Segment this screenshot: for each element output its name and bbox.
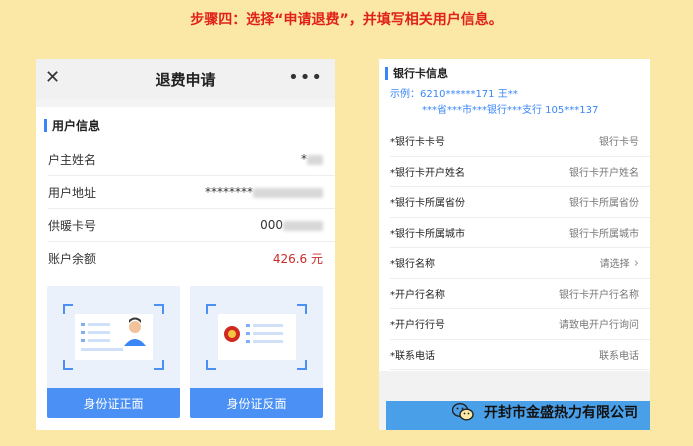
field-input[interactable]: 银行卡所属城市 bbox=[569, 225, 639, 240]
bank-form-row[interactable]: *银行卡卡号 银行卡号 bbox=[390, 126, 650, 157]
more-icon[interactable]: ••• bbox=[288, 67, 323, 88]
field-placeholder: 银行卡开户姓名 bbox=[569, 167, 639, 179]
row-value: 426.6 元 bbox=[273, 250, 323, 267]
company-name: 开封市金盛热力有限公司 bbox=[484, 405, 638, 421]
user-info-header: 用户信息 bbox=[36, 107, 335, 143]
row-label: 用户地址 bbox=[48, 185, 97, 200]
example-hint: 示例：6210******171 王** ***省***市***银行***支行 … bbox=[379, 87, 650, 119]
section-accent-bar bbox=[385, 66, 388, 80]
row-label: 户主姓名 bbox=[48, 152, 97, 167]
bank-form-row[interactable]: *开户行名称 银行卡开户行名称 bbox=[390, 279, 650, 309]
watermark: 开封市金盛热力有限公司 bbox=[452, 402, 638, 422]
refund-application-screen: ✕ 退费申请 ••• 用户信息 户主姓名 * 用户地址 ******** 供暖卡号 000… bbox=[36, 59, 335, 430]
id-front-button[interactable]: 身份证正面 bbox=[47, 388, 180, 418]
field-placeholder: 请致电开户行询问 bbox=[559, 320, 639, 332]
row-value: ******** bbox=[205, 185, 323, 199]
bank-form-row[interactable]: *开户行行号 请致电开户行询问 bbox=[390, 309, 650, 340]
section-title: 用户信息 bbox=[52, 118, 101, 133]
row-value-text: 000 bbox=[260, 218, 283, 232]
example-line-1: 示例：6210******171 王** bbox=[390, 89, 518, 100]
id-back-button[interactable]: 身份证反面 bbox=[190, 388, 323, 418]
user-info-row: 供暖卡号 000 bbox=[48, 209, 335, 242]
field-input[interactable]: 联系电话 bbox=[599, 347, 639, 362]
bank-form-row[interactable]: *银行卡所属省份 银行卡所属省份 bbox=[390, 187, 650, 218]
section-title: 银行卡信息 bbox=[393, 67, 448, 80]
redacted-value bbox=[307, 154, 323, 165]
field-label: *银行卡所属省份 bbox=[390, 198, 465, 210]
field-placeholder: 银行卡所属城市 bbox=[569, 228, 639, 240]
field-placeholder: 银行卡所属省份 bbox=[569, 198, 639, 210]
field-input[interactable]: 银行卡所属省份 bbox=[569, 194, 639, 209]
id-card-back-upload[interactable]: 身份证反面 bbox=[190, 286, 323, 418]
field-placeholder: 请选择 bbox=[599, 258, 630, 270]
section-accent-bar bbox=[44, 118, 47, 132]
step-instruction: 步骤四：选择“申请退费”，并填写相关用户信息。 bbox=[190, 12, 503, 28]
redacted-value bbox=[253, 187, 323, 198]
field-label: *银行名称 bbox=[390, 259, 435, 271]
field-input[interactable]: 银行卡开户姓名 bbox=[569, 164, 639, 179]
field-label: *开户行名称 bbox=[390, 289, 445, 301]
bank-card-form-screen: 银行卡信息 示例：6210******171 王** ***省***市***银行… bbox=[379, 59, 650, 430]
bank-form-row[interactable]: *银行卡开户姓名 银行卡开户姓名 bbox=[390, 157, 650, 187]
field-placeholder: 联系电话 bbox=[599, 350, 639, 362]
id-front-illustration bbox=[75, 314, 153, 360]
row-value: 000 bbox=[260, 218, 323, 232]
field-input[interactable]: 银行卡开户行名称 bbox=[559, 286, 639, 301]
user-info-row: 账户余额 426.6 元 bbox=[48, 242, 335, 275]
id-card-uploads: 身份证正面 身份证反面 bbox=[47, 286, 323, 418]
field-label: *银行卡开户姓名 bbox=[390, 167, 465, 179]
field-placeholder: 银行卡号 bbox=[599, 137, 639, 149]
user-info-row: 用户地址 ******** bbox=[48, 176, 335, 209]
bank-info-header: 银行卡信息 bbox=[379, 59, 650, 87]
chevron-right-icon: › bbox=[629, 255, 639, 271]
field-label: *联系电话 bbox=[390, 350, 435, 362]
field-input[interactable]: 请致电开户行询问 bbox=[559, 316, 639, 331]
bank-form-row[interactable]: *联系电话 联系电话 bbox=[390, 340, 650, 370]
field-label: *开户行行号 bbox=[390, 320, 445, 332]
row-label: 供暖卡号 bbox=[48, 218, 97, 233]
row-value-text: 426.6 元 bbox=[272, 252, 323, 266]
wechat-icon bbox=[452, 403, 474, 421]
page-title: 退费申请 bbox=[155, 70, 216, 89]
field-placeholder: 银行卡开户行名称 bbox=[559, 289, 639, 301]
id-back-illustration bbox=[218, 314, 296, 360]
row-value: * bbox=[301, 152, 323, 166]
app-header: ✕ 退费申请 ••• bbox=[36, 59, 335, 99]
field-input[interactable]: 银行卡号 bbox=[599, 133, 639, 148]
field-label: *银行卡卡号 bbox=[390, 137, 445, 149]
divider bbox=[36, 99, 335, 107]
field-label: *银行卡所属城市 bbox=[390, 228, 465, 240]
row-value-text: ******** bbox=[205, 185, 253, 199]
redacted-value bbox=[283, 220, 323, 231]
bank-form-row[interactable]: *银行名称 请选择 › bbox=[390, 248, 650, 279]
bank-form-row[interactable]: *银行卡所属城市 银行卡所属城市 bbox=[390, 218, 650, 248]
user-info-row: 户主姓名 * bbox=[48, 143, 335, 176]
field-input[interactable]: 请选择 › bbox=[600, 255, 639, 271]
id-card-front-upload[interactable]: 身份证正面 bbox=[47, 286, 180, 418]
scan-frame bbox=[206, 304, 307, 370]
close-icon[interactable]: ✕ bbox=[45, 67, 60, 88]
row-label: 账户余额 bbox=[48, 252, 97, 266]
user-info-list: 户主姓名 * 用户地址 ******** 供暖卡号 000 账户余额 426.6 元 bbox=[36, 143, 335, 275]
bank-form-list: *银行卡卡号 银行卡号 *银行卡开户姓名 银行卡开户姓名 *银行卡所属省份 银行卡所属省份… bbox=[379, 126, 650, 370]
example-line-2: ***省***市***银行***支行 105***137 bbox=[422, 105, 599, 116]
scan-frame bbox=[63, 304, 164, 370]
